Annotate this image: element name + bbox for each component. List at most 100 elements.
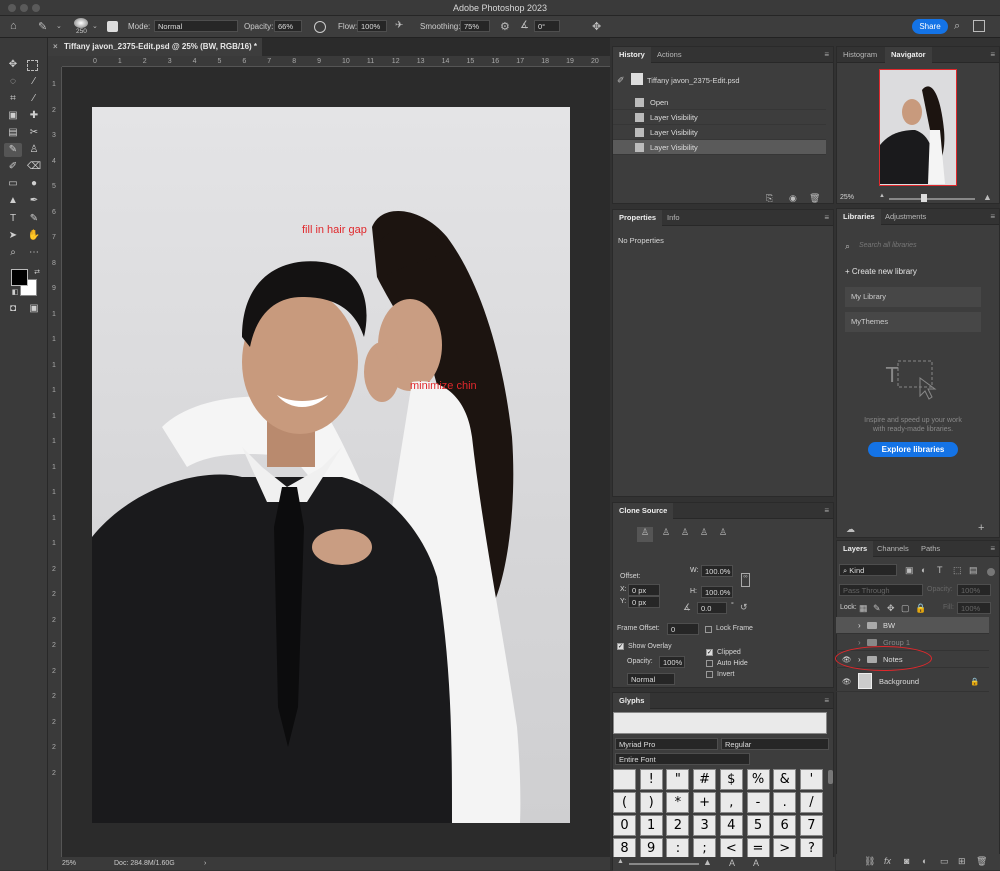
glyph-size-slider[interactable]	[629, 863, 699, 865]
glyph-cell[interactable]: 3	[693, 815, 717, 836]
history-item[interactable]: Layer Visibility	[613, 140, 826, 155]
tab-info[interactable]: Info	[661, 210, 686, 226]
shape-filter-icon[interactable]: ⬚	[953, 565, 962, 576]
glyph-cell[interactable]: :	[666, 838, 690, 859]
pressure-opacity-icon[interactable]	[314, 21, 326, 33]
glyph-style-icon[interactable]: A	[753, 858, 759, 868]
glyph-cell[interactable]: 6	[773, 815, 797, 836]
workspace-icon[interactable]	[973, 20, 985, 32]
document-image[interactable]: fill in hair gap minimize chin	[92, 107, 570, 823]
tab-paths[interactable]: Paths	[915, 541, 946, 557]
glyph-cell[interactable]: 9	[639, 838, 663, 859]
panel-menu-icon[interactable]: ≡	[824, 506, 829, 515]
history-item[interactable]: Open	[613, 95, 826, 110]
lock-paint-icon[interactable]: ✎	[873, 603, 881, 614]
new-layer-icon[interactable]: ⊞	[958, 856, 966, 867]
document-tab[interactable]: × Tiffany javon_2375-Edit.psd @ 25% (BW,…	[48, 38, 262, 56]
width-scale-input[interactable]: 100.0%	[701, 565, 733, 577]
clone-source-4-icon[interactable]: ♙	[696, 527, 712, 538]
glyph-cell[interactable]: 2	[666, 815, 690, 836]
height-scale-input[interactable]: 100.0%	[701, 586, 733, 598]
auto-hide-checkbox[interactable]	[706, 660, 713, 667]
foreground-color-swatch[interactable]	[11, 269, 28, 286]
y-offset-input[interactable]: 0 px	[628, 596, 660, 608]
clone-stamp-icon[interactable]: ♙	[27, 143, 41, 157]
panel-menu-icon[interactable]: ≡	[990, 50, 995, 59]
frame-offset-input[interactable]: 0	[667, 623, 699, 635]
path-select-icon[interactable]: ✎	[27, 212, 41, 226]
opacity-input[interactable]: 66%	[274, 20, 302, 32]
glyph-cell[interactable]: (	[613, 792, 636, 813]
chevron-down-icon[interactable]: ⌄	[56, 22, 62, 30]
layer-row-bw[interactable]: › BW	[836, 617, 989, 634]
lock-pixels-icon[interactable]: ▦	[859, 603, 868, 614]
glyph-cell[interactable]: 4	[719, 815, 743, 836]
clipped-checkbox[interactable]: ✓	[706, 649, 713, 656]
navigator-slider-thumb[interactable]	[921, 194, 927, 202]
brush-tool-icon[interactable]: ✎	[38, 20, 47, 33]
clone-source-3-icon[interactable]: ♙	[677, 527, 693, 538]
ruler-origin[interactable]	[48, 56, 62, 67]
angle-icon[interactable]: ∡	[520, 20, 529, 31]
history-item[interactable]: Layer Visibility	[613, 110, 826, 125]
explore-libraries-button[interactable]: Explore libraries	[868, 442, 958, 457]
fx-icon[interactable]: fx	[884, 856, 891, 866]
filter-toggle[interactable]	[987, 568, 995, 576]
navigator-preview[interactable]	[879, 69, 957, 186]
hand-tool-icon[interactable]: ✋	[27, 229, 41, 243]
zoom-tool-icon[interactable]: ⌕	[6, 246, 20, 260]
crop-tool-icon[interactable]: ⌗	[6, 92, 20, 106]
chevron-down-icon[interactable]: ⌄	[92, 22, 98, 30]
angle-input[interactable]: 0°	[534, 20, 560, 32]
tab-properties[interactable]: Properties	[613, 210, 663, 226]
share-button[interactable]: Share	[912, 19, 948, 34]
history-brush-source-icon[interactable]: ✐	[617, 75, 625, 86]
glyph-cell[interactable]: ;	[693, 838, 717, 859]
chevron-right-icon[interactable]: ›	[204, 860, 206, 867]
new-document-icon[interactable]: ⎘	[766, 193, 773, 204]
dodge-tool-icon[interactable]: ▲	[6, 194, 20, 208]
zoom-window-button[interactable]	[32, 4, 40, 12]
link-layers-icon[interactable]: ⛓	[864, 856, 875, 867]
glyph-cell[interactable]: +	[693, 792, 717, 813]
magic-wand-icon[interactable]: ⁄	[27, 75, 41, 89]
library-item-mythemes[interactable]: MyThemes	[845, 312, 981, 332]
rotation-input[interactable]: 0.0	[697, 602, 727, 614]
brush-preview-icon[interactable]	[74, 18, 88, 28]
tab-glyphs[interactable]: Glyphs	[613, 693, 651, 709]
patch-tool-icon[interactable]: ✂	[27, 126, 41, 140]
zoom-in-glyphs-icon[interactable]: ▲	[703, 857, 712, 867]
glyph-cell[interactable]: %	[746, 769, 770, 790]
glyph-scrollbar[interactable]	[828, 770, 833, 784]
marquee-tool-icon[interactable]	[27, 60, 38, 71]
glyph-cell[interactable]: 0	[613, 815, 636, 836]
recent-glyphs-row[interactable]	[613, 712, 827, 734]
search-icon[interactable]: ⌕	[954, 20, 960, 33]
glyph-cell[interactable]: !	[639, 769, 663, 790]
glyph-cell[interactable]: #	[693, 769, 717, 790]
minimize-window-button[interactable]	[20, 4, 28, 12]
tab-adjustments[interactable]: Adjustments	[879, 209, 932, 225]
panel-menu-icon[interactable]: ≡	[824, 213, 829, 222]
layer-opacity-input[interactable]: 100%	[957, 584, 991, 596]
layer-blend-select[interactable]: Pass Through	[839, 584, 923, 596]
glyph-cell[interactable]	[613, 769, 636, 790]
lock-artboard-icon[interactable]: ▢	[901, 603, 910, 614]
smart-filter-icon[interactable]: ▤	[969, 565, 978, 576]
library-item-my-library[interactable]: My Library	[845, 287, 981, 307]
add-mask-icon[interactable]: ◙	[904, 856, 909, 866]
layer-row-background[interactable]: 👁 Background 🔒	[836, 671, 989, 692]
show-overlay-checkbox[interactable]: ✓	[617, 643, 624, 650]
move-tool-icon[interactable]: ✥	[6, 58, 20, 72]
glyph-cell[interactable]: 1	[639, 815, 663, 836]
close-window-button[interactable]	[8, 4, 16, 12]
eyedropper-icon[interactable]: ⁄	[27, 92, 41, 106]
lasso-tool-icon[interactable]: ◌	[6, 75, 20, 89]
chevron-right-icon[interactable]: ›	[858, 617, 861, 634]
clone-source-2-icon[interactable]: ♙	[658, 527, 674, 538]
direct-select-icon[interactable]: ➤	[6, 229, 20, 243]
navigator-zoom[interactable]: 25%	[840, 194, 854, 201]
zoom-in-icon[interactable]: ▲	[983, 192, 992, 202]
clone-source-5-icon[interactable]: ♙	[715, 527, 731, 538]
airbrush-icon[interactable]: ✈	[395, 20, 403, 31]
